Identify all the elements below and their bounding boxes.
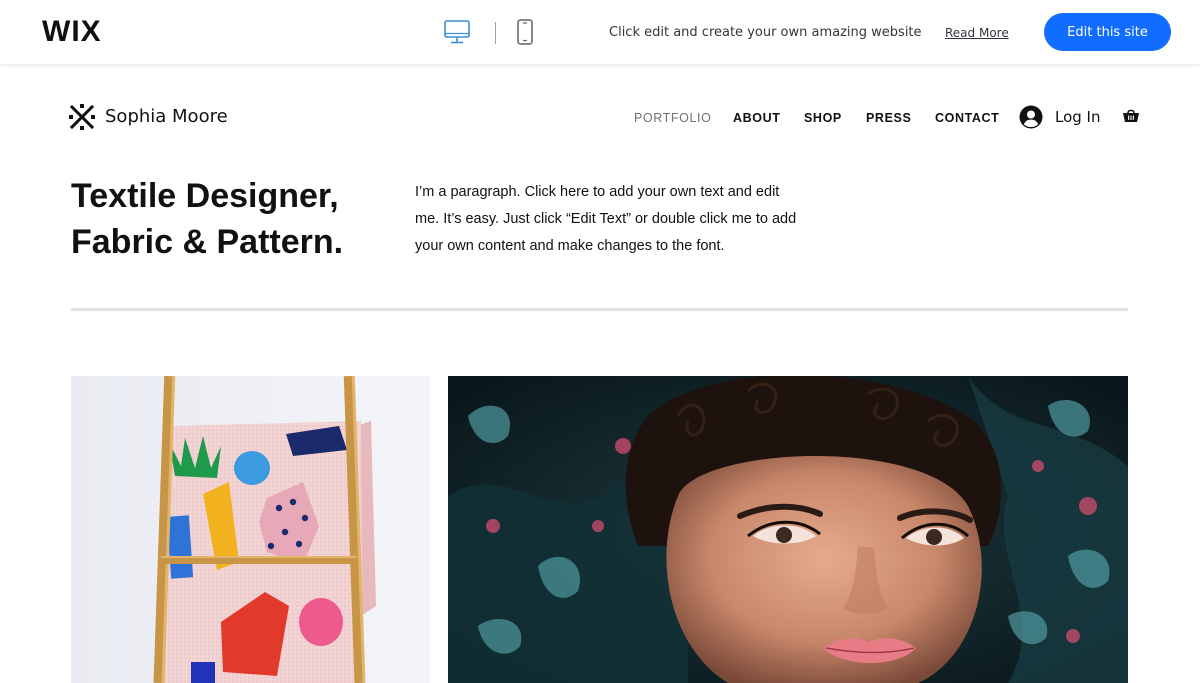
- textile-blanket-on-ladder-image[interactable]: [71, 376, 430, 683]
- device-divider: [495, 22, 496, 44]
- edit-site-button[interactable]: Edit this site: [1044, 13, 1171, 51]
- wix-tagline: Click edit and create your own amazing w…: [609, 25, 922, 40]
- cart-icon[interactable]: [1122, 108, 1140, 126]
- nav-item-about[interactable]: ABOUT: [733, 110, 780, 126]
- hero-title-line-2: Fabric & Pattern.: [71, 223, 344, 261]
- hero-paragraph-line-2: me. It’s easy. Just click “Edit Text” or…: [415, 211, 797, 227]
- user-avatar-icon[interactable]: [1019, 105, 1043, 129]
- hero-title: Textile Designer, Fabric & Pattern.: [71, 173, 391, 265]
- section-divider: [71, 308, 1128, 311]
- login-link[interactable]: Log In: [1055, 108, 1101, 126]
- woman-in-floral-fabric-hood-image[interactable]: [448, 376, 1128, 683]
- hero-paragraph-line-1: I’m a paragraph. Click here to add your …: [415, 184, 780, 200]
- wix-top-bar: WIX Click edit and create your own amazi…: [0, 0, 1200, 64]
- wix-logo[interactable]: WIX: [42, 14, 102, 50]
- nav-item-press[interactable]: PRESS: [866, 110, 911, 126]
- hero-paragraph: I’m a paragraph. Click here to add your …: [415, 179, 835, 260]
- nav-item-contact[interactable]: CONTACT: [935, 110, 999, 126]
- nav-item-portfolio[interactable]: PORTFOLIO: [634, 110, 711, 126]
- hero-title-line-1: Textile Designer,: [71, 177, 339, 215]
- desktop-icon[interactable]: [443, 19, 471, 45]
- nav-item-shop[interactable]: SHOP: [804, 110, 842, 126]
- mobile-icon[interactable]: [516, 18, 534, 46]
- read-more-link[interactable]: Read More: [945, 25, 1009, 41]
- hero-paragraph-line-3: your own content and make changes to the…: [415, 238, 725, 254]
